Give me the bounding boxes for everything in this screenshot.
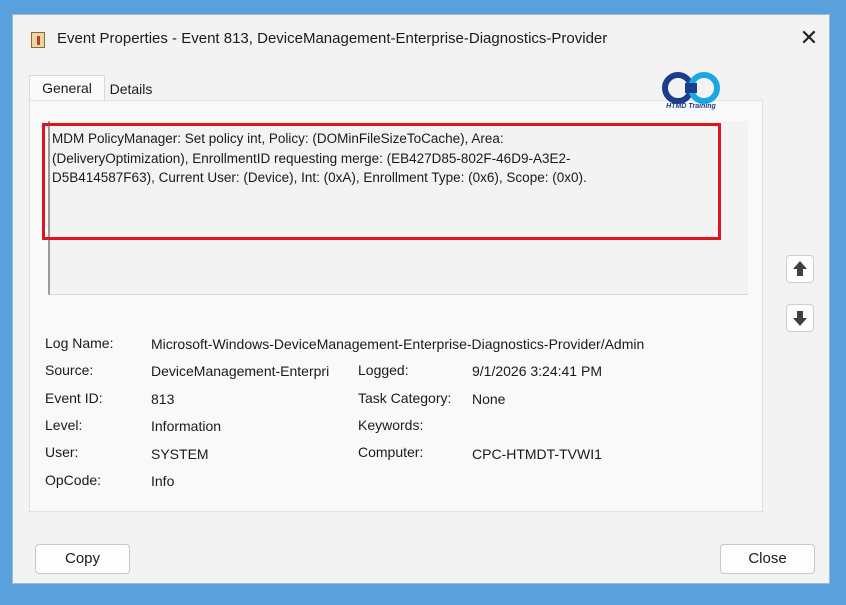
task-category-label: Task Category: xyxy=(358,390,452,406)
level-value: Information xyxy=(151,418,222,434)
window-title: Event Properties - Event 813, DeviceMana… xyxy=(57,30,608,47)
event-properties-window: Event Properties - Event 813, DeviceMana… xyxy=(12,14,830,584)
htmd-logo: HTMD Training xyxy=(656,71,726,115)
previous-event-button[interactable] xyxy=(786,255,814,283)
logo-caption: HTMD Training xyxy=(666,103,716,110)
opcode-label: OpCode: xyxy=(45,472,102,488)
user-label: User: xyxy=(45,444,79,460)
event-viewer-icon xyxy=(31,32,45,48)
computer-value: CPC-HTMDT-TVWI1 xyxy=(472,446,602,462)
title-bar: Event Properties - Event 813, DeviceMana… xyxy=(13,15,829,65)
log-name-value: Microsoft-Windows-DeviceManagement-Enter… xyxy=(151,336,645,352)
close-button[interactable]: Close xyxy=(720,544,815,574)
level-label: Level: xyxy=(45,417,83,433)
general-panel: HTMD Training MDM PolicyManager: Set pol… xyxy=(29,72,763,512)
arrow-down-icon xyxy=(793,311,807,326)
event-id-value: 813 xyxy=(151,391,175,407)
copy-button[interactable]: Copy xyxy=(35,544,130,574)
keywords-label: Keywords: xyxy=(358,417,424,433)
logged-value: 9/1/2026 3:24:41 PM xyxy=(472,363,602,379)
opcode-value: Info xyxy=(151,473,175,489)
log-name-label: Log Name: xyxy=(45,335,114,351)
highlight-box xyxy=(42,123,721,240)
computer-label: Computer: xyxy=(358,444,424,460)
source-label: Source: xyxy=(45,362,94,378)
next-event-button[interactable] xyxy=(786,304,814,332)
source-value: DeviceManagement-Enterpri xyxy=(151,363,330,379)
tab-general[interactable]: General xyxy=(29,75,105,101)
task-category-value: None xyxy=(472,391,506,407)
user-value: SYSTEM xyxy=(151,446,209,462)
event-id-label: Event ID: xyxy=(45,390,103,406)
arrow-up-icon xyxy=(793,261,807,276)
htmd-logo-mark xyxy=(662,72,720,104)
tab-details[interactable]: Details xyxy=(106,77,156,101)
logged-label: Logged: xyxy=(358,362,409,378)
close-icon[interactable]: ✕ xyxy=(797,26,821,50)
